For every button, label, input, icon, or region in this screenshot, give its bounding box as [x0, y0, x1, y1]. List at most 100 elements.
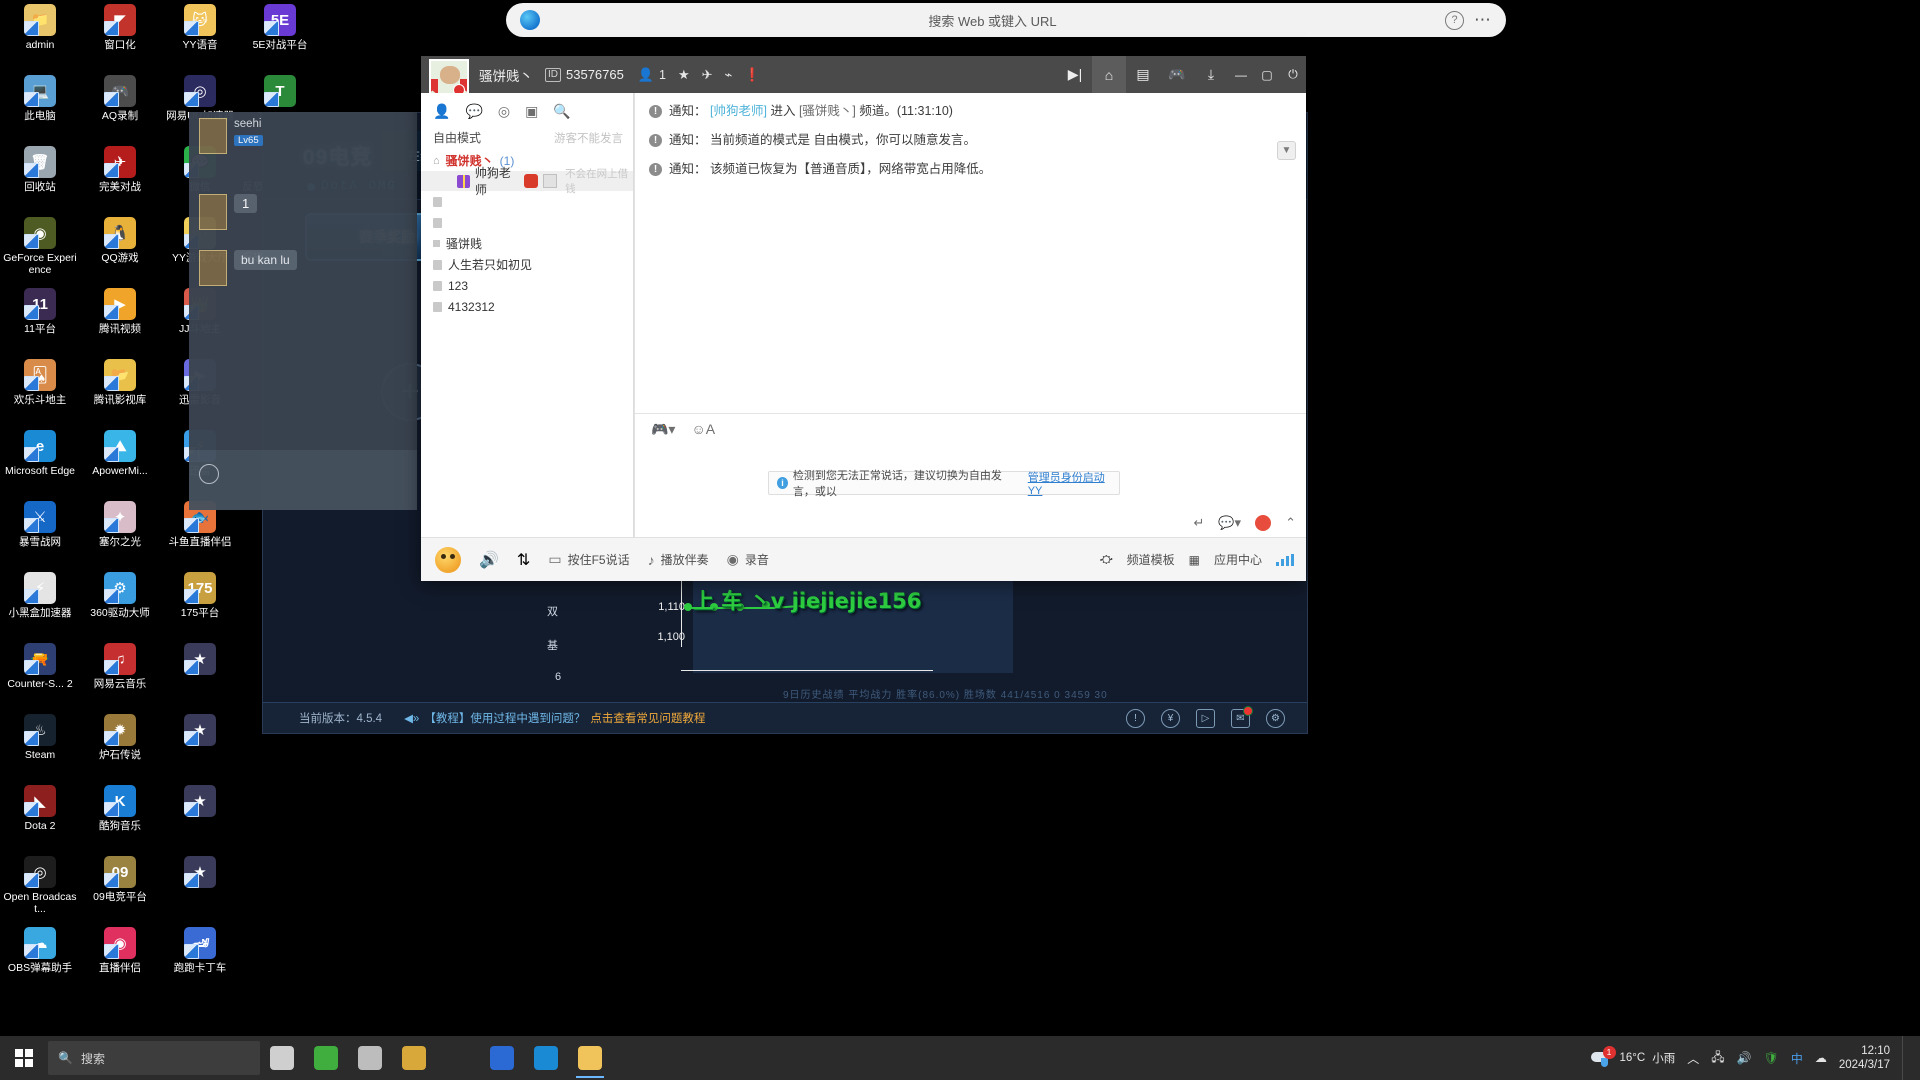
desktop-icon-欢乐斗地主[interactable]: 🂡 欢乐斗地主: [2, 359, 78, 427]
volume-icon[interactable]: 🔊: [1737, 1051, 1752, 1065]
search-input[interactable]: 搜索 Web 或键入 URL: [550, 11, 1435, 30]
desktop-icon-ApowerMi-[interactable]: ⛰ ApowerMi...: [82, 430, 158, 498]
desktop-icon-回收站[interactable]: 🗑 回收站: [2, 146, 78, 214]
mail-icon[interactable]: ✉: [1231, 705, 1253, 728]
taskbar-taskview[interactable]: [260, 1036, 304, 1080]
taskbar-app-dark[interactable]: [436, 1036, 480, 1080]
desktop-icon-炉石传说[interactable]: ✹ 炉石传说: [82, 714, 158, 782]
yy-bottom-bar[interactable]: 🔊 ⇅ ▭ 按住F5说话 ♪ 播放伴奏 ◉ 录音 ⛮ 频道模板 ▦ 应用中心: [421, 537, 1306, 581]
game-icon[interactable]: 🎮▾: [651, 421, 675, 438]
message-user[interactable]: [帅狗老师]: [710, 104, 767, 118]
send-row[interactable]: ↵ 💬▾ ⌃: [1193, 515, 1296, 531]
push-to-talk-button[interactable]: ▭ 按住F5说话: [548, 551, 629, 568]
game-tutorial[interactable]: ◀» 【教程】使用过程中遇到问题？ 点击查看常见问题教程: [404, 710, 705, 726]
desktop-icon-item-38[interactable]: ★: [162, 714, 238, 782]
share-icon[interactable]: ⌁: [725, 67, 733, 83]
emoji-send-icon[interactable]: 💬▾: [1218, 515, 1241, 531]
desktop-icon-跑跑卡丁车[interactable]: 🏎 跑跑卡丁车: [162, 927, 238, 995]
taskbar-app-yy[interactable]: [568, 1036, 612, 1080]
taskbar-app-yellow[interactable]: [392, 1036, 436, 1080]
desktop-icon-admin[interactable]: 📁 admin: [2, 4, 78, 72]
desktop-icon-塞尔之光[interactable]: ✦ 塞尔之光: [82, 501, 158, 569]
enter-send-icon[interactable]: ↵: [1193, 515, 1204, 531]
grid-icon[interactable]: ▦: [1189, 553, 1200, 567]
taskbar-clover[interactable]: [304, 1036, 348, 1080]
desktop-icon-360驱动大师[interactable]: ⚙ 360驱动大师: [82, 572, 158, 640]
desktop-icon-Open-Broadcast-[interactable]: ◎ Open Broadcast...: [2, 856, 78, 924]
flag-icon[interactable]: ⛮: [1100, 552, 1113, 567]
desktop-icon-item-39[interactable]: ★: [162, 785, 238, 853]
gear-icon[interactable]: ⚙: [1266, 708, 1285, 728]
close-button[interactable]: ⏻: [1280, 56, 1306, 93]
star-icon[interactable]: ★: [678, 67, 690, 83]
help-icon[interactable]: ?: [1445, 10, 1464, 30]
info-icon[interactable]: ❗: [744, 67, 760, 83]
yy-voice-window[interactable]: 骚饼贱丶 ID 53576765 👤 1 ★ ✈ ⌁ ❗ ▶| ⌂ ▤ 🎮 ⤓ …: [421, 56, 1306, 581]
taskbar-app-edge[interactable]: [524, 1036, 568, 1080]
desktop-icon-网易云音乐[interactable]: ♫ 网易云音乐: [82, 643, 158, 711]
browser-search-bar[interactable]: 搜索 Web 或键入 URL ? ⋯: [506, 3, 1506, 37]
channel-sub-row[interactable]: 4132312: [421, 296, 633, 317]
taskbar-search[interactable]: 🔍 搜索: [48, 1041, 260, 1075]
taskbar-app-blue[interactable]: [480, 1036, 524, 1080]
yy-logo[interactable]: [435, 546, 461, 573]
channel-sub-row[interactable]: 人生若只如初见: [421, 254, 633, 275]
input-toolbar[interactable]: 🎮▾ ☺A: [635, 413, 1306, 444]
sidebar-tool-row[interactable]: 👤 💬 ◎ ▣ 🔍: [421, 93, 633, 125]
desktop-icon-175平台[interactable]: 175 175平台: [162, 572, 238, 640]
taskbar-search-input[interactable]: 搜索: [81, 1050, 105, 1067]
desktop-icon-Microsoft-Edge[interactable]: e Microsoft Edge: [2, 430, 78, 498]
desktop-icon-窗口化[interactable]: ◤ 窗口化: [82, 4, 158, 72]
taskbar[interactable]: 🔍 搜索 1 16°C 小雨 ︿ 🖧 🔊 🛡 中 ☁ 12:10 2024/3/…: [0, 1036, 1920, 1080]
collapse-icon[interactable]: ⌃: [1285, 515, 1296, 531]
scroll-down-icon[interactable]: ▼: [1277, 141, 1296, 160]
desktop-icon-小黑盒加速器[interactable]: ⚡ 小黑盒加速器: [2, 572, 78, 640]
speak-warning-toast[interactable]: i 检测到您无法正常说话，建议切换为自由发言，或以 管理员身份启动YY: [768, 469, 1120, 498]
channel-mode-row[interactable]: 自由模式 游客不能发言: [421, 125, 633, 150]
channel-sub-row[interactable]: 骚饼贱: [421, 233, 633, 254]
system-tray[interactable]: 1 16°C 小雨 ︿ 🖧 🔊 🛡 中 ☁ 12:10 2024/3/17: [1590, 1036, 1920, 1080]
search-icon[interactable]: 🔍: [553, 103, 570, 120]
desktop-icon-GeForce-Experience[interactable]: ◉ GeForce Experience: [2, 217, 78, 285]
plane-icon[interactable]: ✈: [702, 67, 713, 83]
desktop-icon-完美对战[interactable]: ✈ 完美对战: [82, 146, 158, 214]
yuan-icon[interactable]: ¥: [1161, 708, 1180, 728]
desktop-icon-此电脑[interactable]: 💻 此电脑: [2, 75, 78, 143]
channel-user-row[interactable]: 帅狗老师 不会在网上借钱: [421, 166, 633, 197]
play-accompaniment-button[interactable]: ♪ 播放伴奏: [648, 551, 709, 568]
speech-icon[interactable]: 💬: [465, 103, 482, 120]
play-icon[interactable]: ▷: [1196, 708, 1215, 728]
start-button[interactable]: [0, 1036, 48, 1080]
person-icon[interactable]: 👤: [433, 103, 450, 120]
cloud-icon[interactable]: ☁: [1815, 1051, 1827, 1065]
desktop-icon-腾讯影视库[interactable]: 📂 腾讯影视库: [82, 359, 158, 427]
record-button[interactable]: ◉ 录音: [727, 551, 769, 568]
desktop-icon-YY语音[interactable]: 🐱 YY语音: [162, 4, 238, 72]
channel-locked-row[interactable]: [421, 212, 633, 233]
desktop-icon-item-40[interactable]: ★: [162, 856, 238, 924]
mic-icon[interactable]: [1255, 515, 1272, 531]
warning-icon[interactable]: !: [1126, 708, 1145, 728]
screen-share-button[interactable]: ▶|: [1058, 56, 1092, 93]
yy-title-bar[interactable]: 骚饼贱丶 ID 53576765 👤 1 ★ ✈ ⌁ ❗ ▶| ⌂ ▤ 🎮 ⤓ …: [421, 56, 1306, 99]
location-icon[interactable]: ◎: [498, 103, 510, 120]
ime-icon[interactable]: 中: [1791, 1050, 1803, 1067]
toast-link[interactable]: 管理员身份启动YY: [1028, 469, 1111, 497]
download-button[interactable]: ⤓: [1194, 56, 1228, 93]
channel-mode-label[interactable]: 自由模式: [433, 129, 481, 146]
chevron-up-icon[interactable]: ︿: [1687, 1050, 1699, 1067]
more-options-icon[interactable]: ⋯: [1474, 11, 1492, 28]
channel-sub-row[interactable]: 123: [421, 275, 633, 296]
desktop-icon-Steam[interactable]: ♨ Steam: [2, 714, 78, 782]
desktop-icon-QQ游戏[interactable]: 🐧 QQ游戏: [82, 217, 158, 285]
game-tutorial-link[interactable]: 点击查看常见问题教程: [590, 710, 705, 726]
minimize-button[interactable]: —: [1228, 56, 1254, 93]
stream-chat-overlay[interactable]: seehi Lv65 1 bu kan lu: [189, 112, 417, 510]
desktop-icon-Dota-2[interactable]: ◣ Dota 2: [2, 785, 78, 853]
desktop-icon-5E对战平台[interactable]: 5E 5E对战平台: [242, 4, 318, 72]
desktop-icon-item-37[interactable]: ★: [162, 643, 238, 711]
list-button[interactable]: ▤: [1126, 56, 1160, 93]
desktop-icon-AQ录制[interactable]: 🎮 AQ录制: [82, 75, 158, 143]
board-icon[interactable]: ▣: [525, 103, 538, 120]
shield-icon[interactable]: 🛡: [1764, 1051, 1779, 1065]
